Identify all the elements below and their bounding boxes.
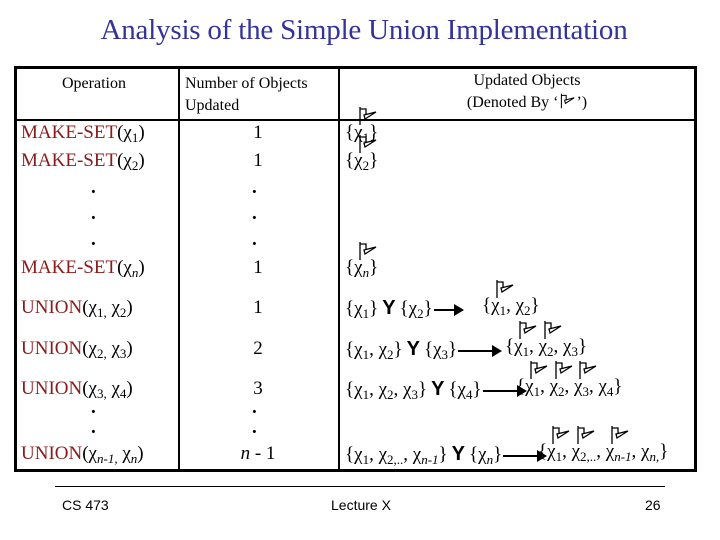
updated-set: {χ2} <box>345 135 378 173</box>
union-result: {χ1, χ2, χ3} <box>505 321 587 359</box>
ellipsis-count: . <box>252 417 257 438</box>
union-symbol: Y <box>431 378 445 400</box>
union-result: {χ1, χ2, χ3, χ4} <box>516 361 623 399</box>
flagged-object: χ1 <box>547 426 570 464</box>
flagged-object: χ2,.. <box>572 426 596 464</box>
union-symbol: Y <box>382 297 396 319</box>
flagged-object: χn <box>354 242 377 280</box>
header-updated-line2: (Denoted By ‘’) <box>466 93 588 111</box>
operation-make-set: MAKE-SET(χ1) <box>21 122 145 145</box>
union-expression: {χ1} Y {χ2} <box>345 296 464 321</box>
column-divider-1 <box>178 69 180 469</box>
flagged-object: χ2 <box>539 321 561 359</box>
arrow-icon <box>458 344 503 357</box>
footer-page-number: 26 <box>645 497 661 513</box>
union-expression: {χ1, χ2, χ3} Y {χ4} <box>345 377 527 402</box>
updated-set: {χn} <box>345 242 378 280</box>
analysis-table: Operation Number of Objects Updated Upda… <box>14 66 697 472</box>
operation-union: UNION(χ2, χ3) <box>21 338 133 361</box>
count-value: 2 <box>253 338 263 359</box>
flagged-object: χ2 <box>354 135 377 173</box>
ellipsis-operation: . <box>91 397 96 418</box>
ellipsis-count: . <box>252 229 257 250</box>
ellipsis-operation: . <box>91 203 96 224</box>
operation-make-set: MAKE-SET(χn) <box>21 257 145 280</box>
footer-course: CS 473 <box>62 497 109 513</box>
ellipsis-operation: . <box>91 417 96 438</box>
ellipsis-operation: . <box>91 177 96 198</box>
flagged-object: χ1 <box>354 107 377 145</box>
ellipsis-count: . <box>252 397 257 418</box>
flagged-object: χ3 <box>574 361 597 399</box>
updated-set: {χ1} <box>345 107 378 145</box>
operation-union: UNION(χn-1, χn) <box>21 443 144 466</box>
arrow-icon <box>433 303 464 316</box>
column-divider-2 <box>338 69 340 469</box>
header-updated: Updated Objects (Denoted By ‘’) <box>437 70 617 114</box>
header-count-line2: Updated <box>185 97 240 114</box>
flagged-object: χ1 <box>525 361 548 399</box>
footer-lecture: Lecture X <box>331 497 391 513</box>
count-value: 1 <box>253 122 263 143</box>
operation-union: UNION(χ1, χ2) <box>21 297 133 320</box>
count-value: 3 <box>253 378 263 399</box>
flag-icon <box>561 93 575 109</box>
ellipsis-count: . <box>252 203 257 224</box>
header-count: Number of Objects Updated <box>185 73 308 117</box>
count-value: 1 <box>253 150 263 171</box>
ellipsis-count: . <box>252 177 257 198</box>
header-count-line1: Number of Objects <box>185 75 308 92</box>
union-symbol: Y <box>406 338 420 360</box>
ellipsis-operation: . <box>91 229 96 250</box>
union-result: {χ1, χ2,.., χn-1, χn,} <box>538 426 668 464</box>
flagged-object: χ1 <box>491 280 514 318</box>
union-expression: {χ1, χ2} Y {χ3} <box>345 337 503 362</box>
operation-union: UNION(χ3, χ4) <box>21 378 133 401</box>
footer-divider <box>55 486 665 487</box>
count-value: 1 <box>253 257 263 278</box>
operation-make-set: MAKE-SET(χ2) <box>21 150 145 173</box>
header-updated-line1: Updated Objects <box>473 72 581 89</box>
flagged-object: χ1 <box>514 321 537 359</box>
count-value: n - 1 <box>240 443 276 464</box>
flagged-object: χ2 <box>550 361 572 399</box>
count-value: 1 <box>253 297 263 318</box>
flagged-object: χn-1 <box>606 426 632 464</box>
slide-title: Analysis of the Simple Union Implementat… <box>100 14 628 46</box>
union-expression: {χ1, χ2,.., χn-1} Y {χn} <box>345 442 548 467</box>
union-result: {χ1, χ2} <box>482 280 540 318</box>
header-operation: Operation <box>62 75 126 92</box>
union-symbol: Y <box>451 443 465 465</box>
